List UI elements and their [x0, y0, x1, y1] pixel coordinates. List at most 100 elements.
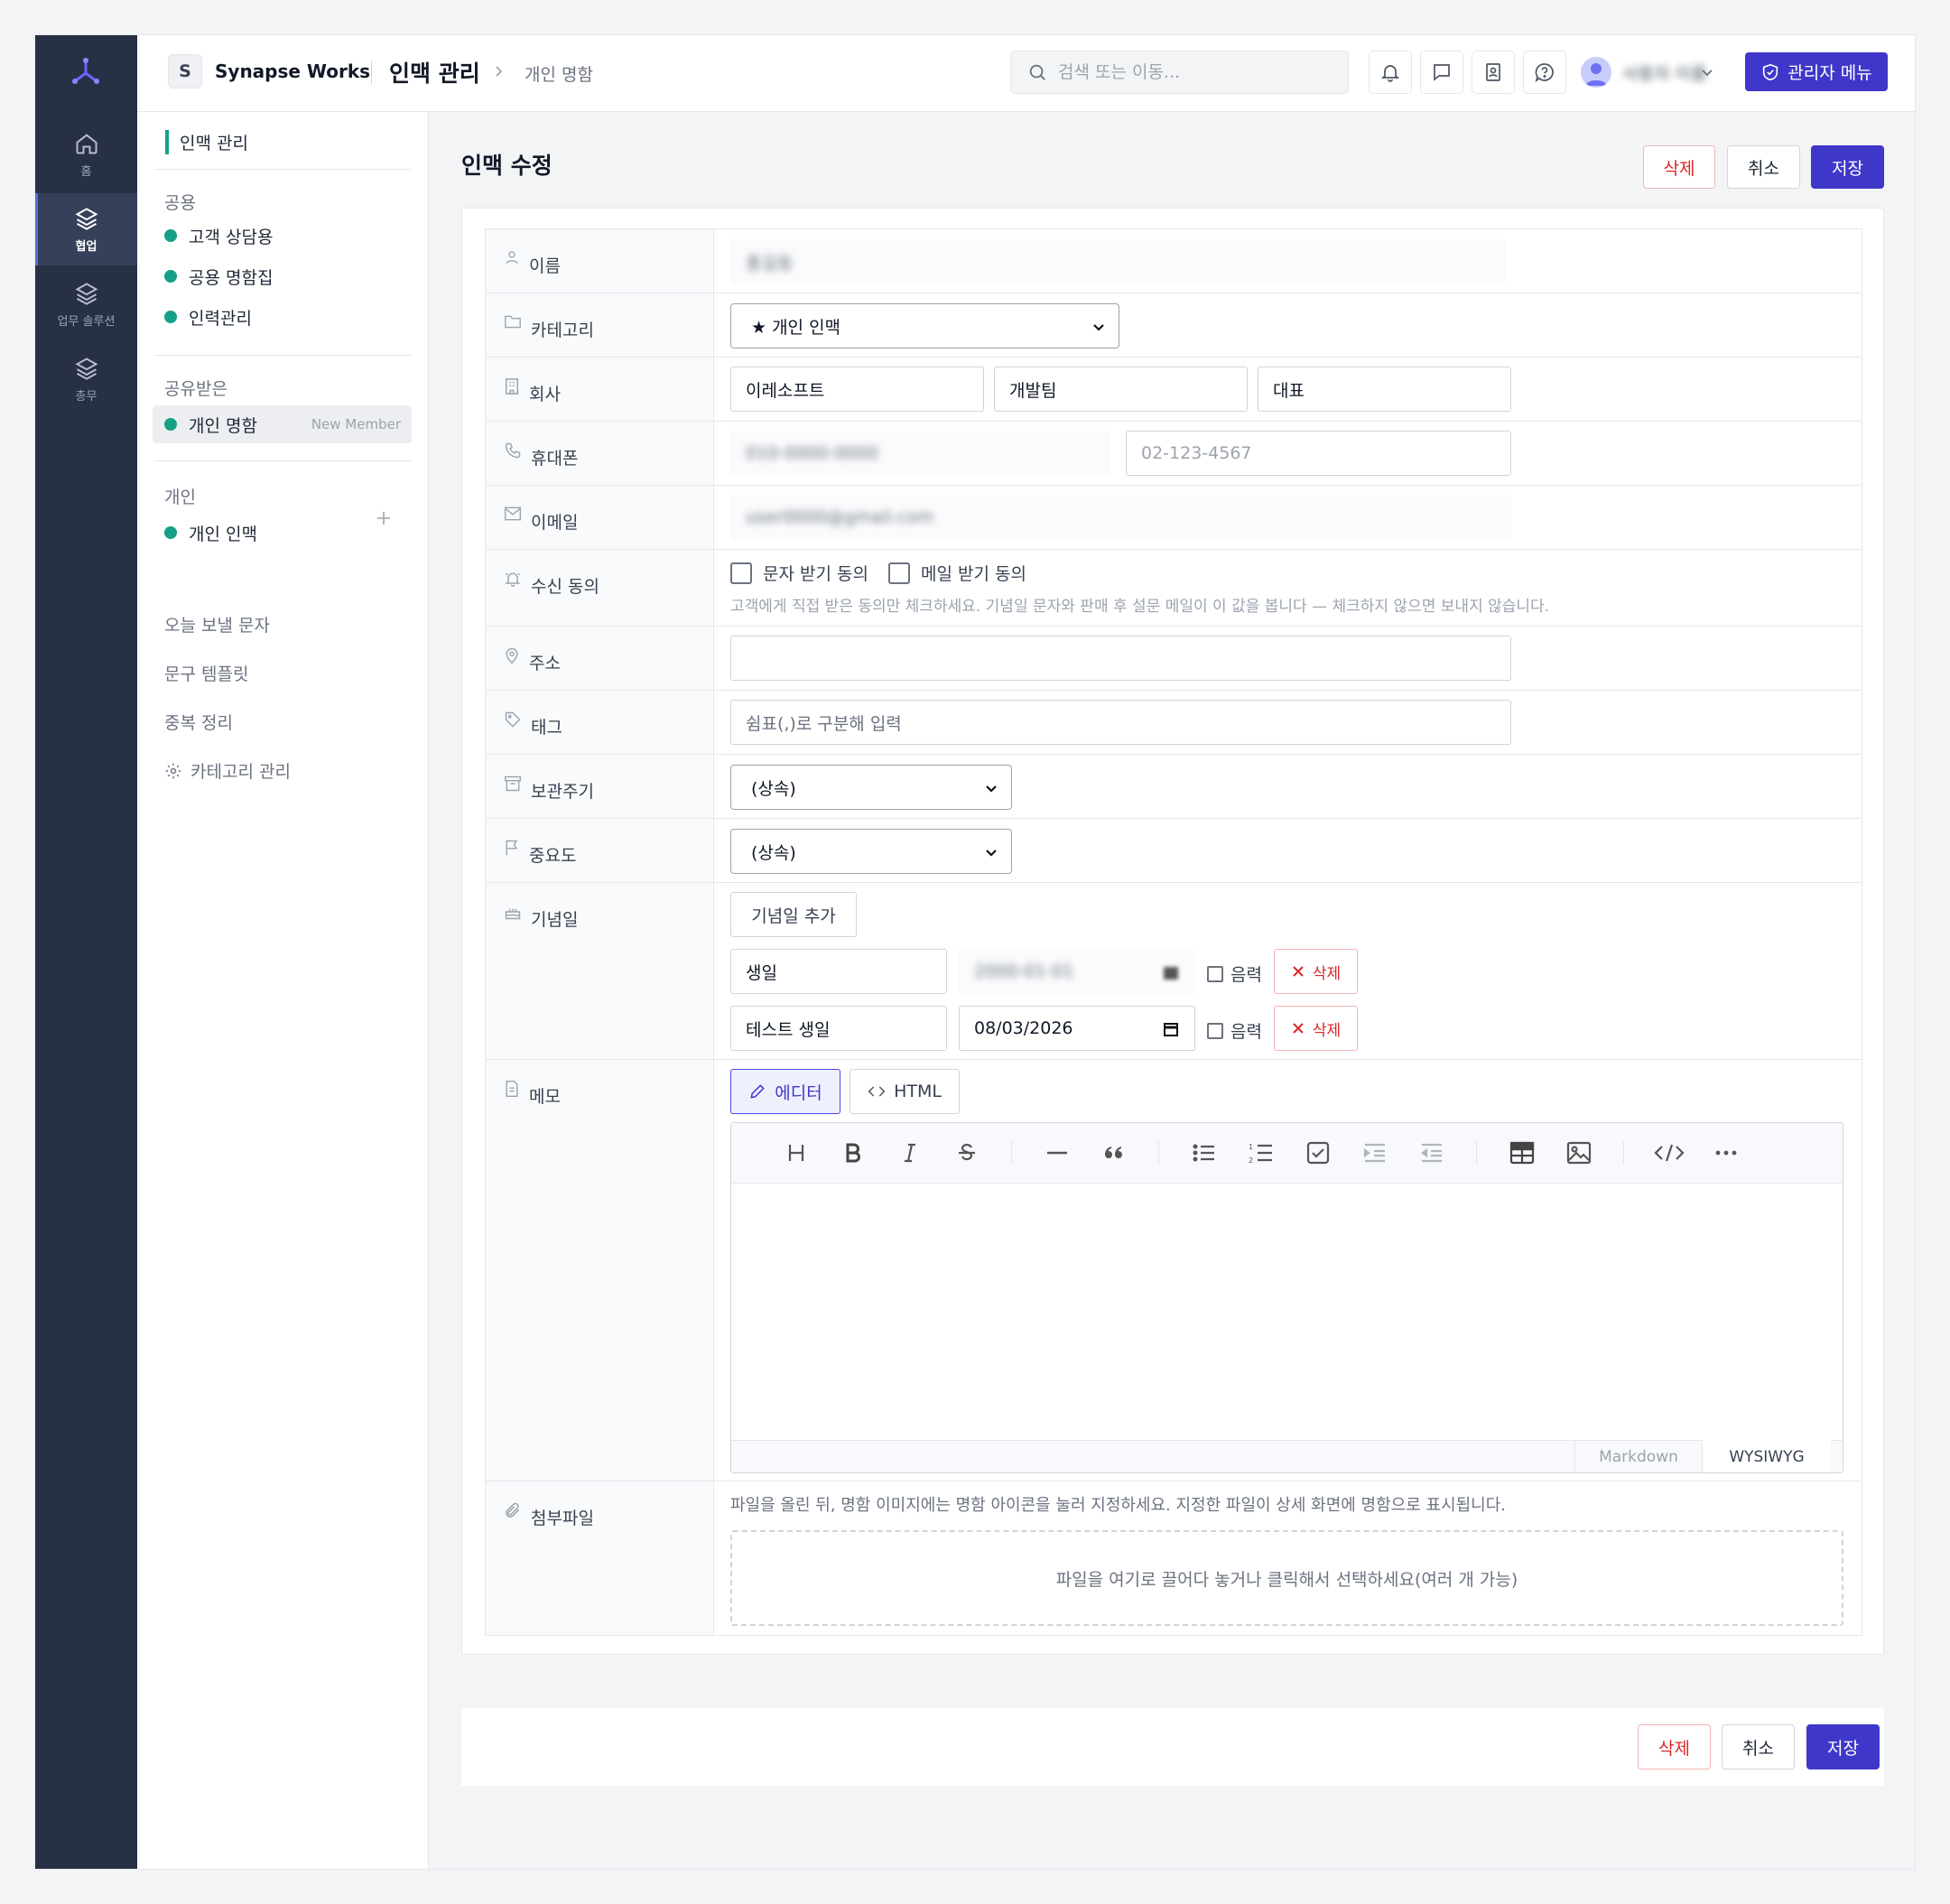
sidebar-item-personal-card[interactable]: 개인 명함 New Member: [153, 405, 412, 443]
help-button[interactable]: [1523, 51, 1566, 94]
breadcrumb[interactable]: 개인 명함: [525, 61, 593, 86]
company-input[interactable]: 이레소프트: [730, 367, 984, 412]
sidebar-link-dedupe[interactable]: 중복 정리: [164, 710, 233, 734]
hr-icon[interactable]: [1028, 1135, 1085, 1171]
delete-button[interactable]: 삭제: [1638, 1724, 1711, 1769]
more-icon[interactable]: [1697, 1135, 1754, 1171]
ordered-list-icon[interactable]: 12: [1232, 1135, 1289, 1171]
sidebar-group-personal: 개인: [164, 488, 196, 507]
importance-select[interactable]: (상속): [730, 829, 1012, 874]
search-box[interactable]: [1010, 51, 1349, 94]
anniversary-date-input[interactable]: 08/03/2026: [959, 1006, 1195, 1051]
delete-anniversary-button[interactable]: 삭제: [1274, 1006, 1358, 1051]
app-logo-icon[interactable]: [70, 55, 102, 88]
sidebar-group-shared: 공용: [164, 193, 196, 213]
outdent-icon[interactable]: [1403, 1135, 1460, 1171]
bold-icon[interactable]: [824, 1135, 881, 1171]
indent-icon[interactable]: [1346, 1135, 1403, 1171]
label-anniversary: 기념일: [486, 883, 714, 1059]
anniversary-date-value: 2000-01-01: [974, 961, 1074, 981]
mode-markdown[interactable]: Markdown: [1574, 1440, 1703, 1472]
delete-anniversary-button[interactable]: 삭제: [1274, 949, 1358, 994]
tab-editor[interactable]: 에디터: [730, 1069, 840, 1114]
document-icon: [506, 1080, 518, 1098]
sidebar-title: 인맥 관리: [165, 130, 248, 154]
tags-input[interactable]: 쉼표(,)로 구분해 입력: [730, 700, 1511, 745]
rail-item-work-solution[interactable]: 업무 솔루션: [35, 268, 137, 340]
email-input[interactable]: user0000@gmail.com: [730, 495, 1511, 540]
anniversary-date-input[interactable]: 2000-01-01: [959, 949, 1195, 994]
code-icon: [868, 1086, 886, 1097]
category-select[interactable]: ★ 개인 인맥: [730, 303, 1119, 348]
sidebar-item-shared-cards[interactable]: 공용 명함집: [153, 257, 412, 295]
lunar-checkbox[interactable]: 음력: [1207, 1018, 1262, 1043]
code-block-icon[interactable]: [1640, 1135, 1697, 1171]
category-value: ★ 개인 인맥: [751, 317, 841, 338]
mode-wysiwyg[interactable]: WYSIWYG: [1703, 1440, 1831, 1472]
rail-item-collab[interactable]: 협업: [35, 193, 137, 265]
rail-item-general-affairs[interactable]: 총무: [35, 343, 137, 415]
checkbox[interactable]: [887, 562, 910, 584]
save-button[interactable]: 저장: [1811, 145, 1884, 189]
search-icon: [1029, 64, 1045, 80]
user-name[interactable]: 사용자 이름: [1622, 60, 1706, 85]
retention-select[interactable]: (상속): [730, 765, 1012, 810]
checkbox[interactable]: [1207, 1022, 1223, 1039]
address-input[interactable]: [730, 636, 1511, 681]
user-avatar[interactable]: [1581, 57, 1611, 88]
search-input[interactable]: [1058, 62, 1329, 82]
consent-hint: 고객에게 직접 받은 동의만 체크하세요. 기념일 문자와 판매 후 설문 메일…: [730, 598, 1550, 616]
tab-html[interactable]: HTML: [850, 1069, 960, 1114]
add-anniversary-button[interactable]: 기념일 추가: [730, 892, 857, 937]
rail-item-label: 협업: [75, 239, 98, 254]
cancel-button[interactable]: 취소: [1722, 1724, 1795, 1769]
checkbox[interactable]: [1207, 965, 1223, 982]
chevron-down-icon[interactable]: [1700, 65, 1714, 79]
image-icon[interactable]: [1550, 1135, 1607, 1171]
label-category: 카테고리: [486, 293, 714, 357]
org-badge[interactable]: S: [168, 54, 202, 88]
task-icon[interactable]: [1289, 1135, 1346, 1171]
admin-menu-button[interactable]: 관리자 메뉴: [1745, 52, 1888, 91]
sidebar-link-templates[interactable]: 문구 템플릿: [164, 661, 248, 685]
rail-item-home[interactable]: 홈: [35, 118, 137, 190]
row-address: 주소: [486, 627, 1862, 691]
sms-consent-checkbox[interactable]: 문자 받기 동의: [730, 561, 868, 585]
sidebar-item-customer-consult[interactable]: 고객 상담용: [153, 217, 412, 255]
rail-item-label: 총무: [75, 389, 98, 404]
delete-button[interactable]: 삭제: [1643, 145, 1715, 189]
anniversary-name-input[interactable]: 테스트 생일: [730, 1006, 947, 1051]
file-dropzone[interactable]: 파일을 여기로 끌어다 놓거나 클릭해서 선택하세요(여러 개 가능): [730, 1530, 1843, 1626]
strike-icon[interactable]: [938, 1135, 995, 1171]
table-icon[interactable]: [1493, 1135, 1550, 1171]
lunar-checkbox[interactable]: 음력: [1207, 961, 1262, 986]
messages-button[interactable]: [1420, 51, 1463, 94]
italic-icon[interactable]: [881, 1135, 938, 1171]
calendar-icon[interactable]: [1162, 1020, 1180, 1038]
heading-icon[interactable]: [767, 1135, 824, 1171]
importance-value: (상속): [751, 842, 796, 863]
sidebar-item-personal-contacts[interactable]: 개인 인맥: [153, 514, 412, 552]
anniversary-name-input[interactable]: 생일: [730, 949, 947, 994]
quote-icon[interactable]: [1085, 1135, 1142, 1171]
sidebar-item-hr[interactable]: 인력관리: [153, 298, 412, 336]
sidebar-link-category-manage[interactable]: 카테고리 관리: [164, 758, 291, 783]
memo-editor[interactable]: 12 Markdown WYSIWYG: [730, 1122, 1843, 1473]
position-input[interactable]: 대표: [1258, 367, 1511, 412]
row-email: 이메일 user0000@gmail.com: [486, 486, 1862, 550]
row-name: 이름 홍길동: [486, 229, 1862, 293]
notification-button[interactable]: [1369, 51, 1412, 94]
sidebar-link-today-sms[interactable]: 오늘 보낼 문자: [164, 612, 270, 636]
org-name[interactable]: Synapse Works: [215, 60, 370, 82]
name-input[interactable]: 홍길동: [730, 239, 1506, 284]
save-button[interactable]: 저장: [1806, 1724, 1880, 1769]
bullet-list-icon[interactable]: [1175, 1135, 1232, 1171]
department-input[interactable]: 개발팀: [994, 367, 1248, 412]
cancel-button[interactable]: 취소: [1727, 145, 1800, 189]
mobile-input[interactable]: 010-0000-0000: [730, 431, 1110, 476]
contacts-button[interactable]: [1472, 51, 1515, 94]
row-consent: 수신 동의 문자 받기 동의 메일 받기 동의 고객에게 직접 받은 동의만 체…: [486, 550, 1862, 627]
checkbox[interactable]: [730, 562, 752, 584]
mail-consent-checkbox[interactable]: 메일 받기 동의: [887, 561, 1026, 585]
phone-input[interactable]: 02-123-4567: [1126, 431, 1511, 476]
